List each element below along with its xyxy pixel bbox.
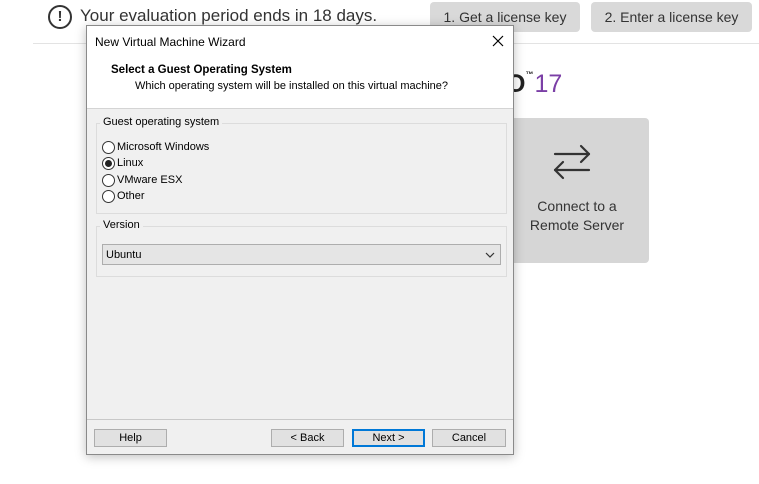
wizard-step-subtitle: Which operating system will be installed… (135, 80, 449, 92)
evaluation-message: Your evaluation period ends in 18 days. (80, 6, 378, 25)
remote-label-line2: Remote Server (529, 217, 625, 233)
guest-os-group: Guest operating system Microsoft Windows… (96, 116, 507, 214)
radio-label: Microsoft Windows (117, 141, 210, 153)
version-selected-value: Ubuntu (106, 249, 142, 261)
swap-arrows-icon (553, 144, 591, 180)
back-button[interactable]: < Back (271, 429, 344, 447)
chevron-down-icon (485, 252, 495, 258)
enter-license-key-button[interactable]: 2. Enter a license key (591, 2, 752, 32)
info-circle-icon: ! (48, 5, 72, 29)
product-logo: O™17 (506, 70, 562, 99)
close-icon (492, 35, 504, 47)
connect-remote-server-tile[interactable]: Connect to a Remote Server (505, 118, 649, 263)
dialog-titlebar[interactable]: New Virtual Machine Wizard (87, 26, 513, 56)
radio-linux[interactable]: Linux (102, 155, 143, 171)
radio-button-checked[interactable] (102, 156, 115, 170)
radio-label: VMware ESX (117, 174, 183, 186)
help-button[interactable]: Help (94, 429, 167, 447)
version-group: Version Ubuntu (96, 219, 507, 277)
wizard-step-title: Select a Guest Operating System (111, 64, 292, 76)
radio-other[interactable]: Other (102, 188, 145, 204)
guest-os-legend: Guest operating system (100, 116, 223, 128)
radio-label: Linux (117, 157, 144, 169)
radio-vmware-esx[interactable]: VMware ESX (102, 172, 182, 188)
radio-button[interactable] (102, 173, 115, 187)
version-legend: Version (100, 219, 143, 231)
wizard-header: Select a Guest Operating System Which op… (87, 56, 513, 109)
close-button[interactable] (483, 26, 513, 56)
radio-microsoft-windows[interactable]: Microsoft Windows (102, 139, 209, 155)
trademark-symbol: ™ (525, 70, 534, 79)
product-version: 17 (534, 70, 563, 98)
radio-button[interactable] (102, 140, 115, 154)
next-button[interactable]: Next > (352, 429, 425, 447)
radio-label: Other (117, 190, 145, 202)
remote-server-label: Connect to a Remote Server (505, 197, 649, 235)
dialog-title: New Virtual Machine Wizard (95, 35, 246, 49)
radio-button[interactable] (102, 189, 115, 203)
cancel-button[interactable]: Cancel (432, 429, 506, 447)
footer-divider (87, 419, 513, 420)
new-vm-wizard-dialog: New Virtual Machine Wizard Select a Gues… (86, 25, 514, 455)
version-select[interactable]: Ubuntu (102, 244, 501, 265)
remote-label-line1: Connect to a (537, 198, 617, 214)
